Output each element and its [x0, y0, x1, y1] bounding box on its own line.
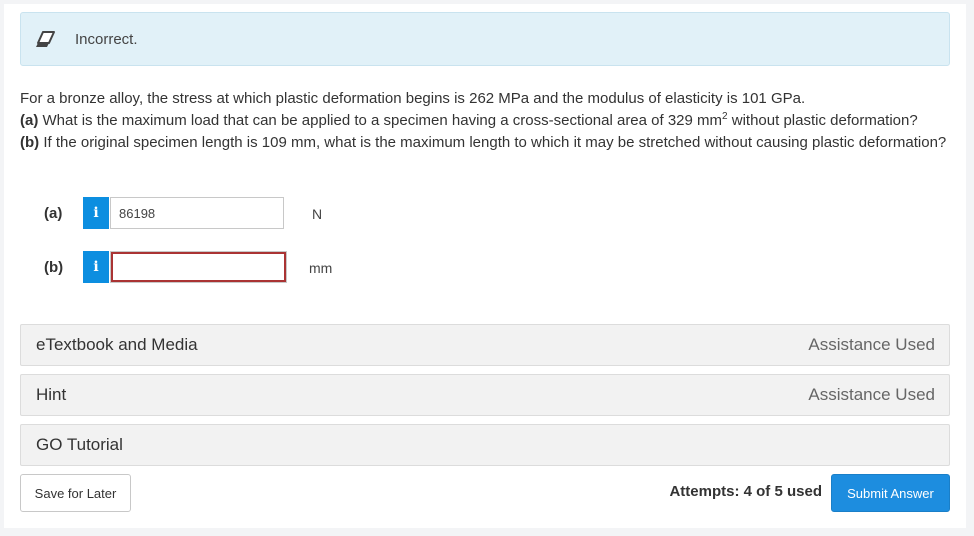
part-a-text: What is the maximum load that can be app… — [38, 112, 723, 129]
question-text: For a bronze alloy, the stress at which … — [20, 88, 960, 154]
answer-a-input[interactable] — [110, 197, 284, 229]
part-b-label: (b) — [20, 134, 40, 151]
panel-status: Assistance Used — [808, 385, 935, 404]
save-for-later-button[interactable]: Save for Later — [20, 474, 131, 512]
go-tutorial-panel[interactable]: GO Tutorial — [20, 424, 950, 466]
panel-title: GO Tutorial — [36, 435, 123, 454]
eraser-icon — [36, 31, 55, 47]
answer-b-unit: mm — [309, 260, 333, 276]
answer-b-label: (b) — [44, 259, 64, 276]
feedback-message: Incorrect. — [75, 31, 138, 48]
panel-title: eTextbook and Media — [36, 335, 198, 354]
submit-answer-button[interactable]: Submit Answer — [831, 474, 950, 512]
info-icon[interactable]: i — [83, 197, 109, 229]
question-card: Incorrect. For a bronze alloy, the stres… — [4, 4, 966, 528]
part-a-text-end: without plastic deformation? — [727, 112, 918, 129]
panel-title: Hint — [36, 385, 67, 404]
question-intro: For a bronze alloy, the stress at which … — [20, 90, 806, 107]
feedback-alert: Incorrect. — [20, 12, 950, 66]
hint-panel[interactable]: Hint Assistance Used — [20, 374, 950, 416]
question-part-b: (b) If the original specimen length is 1… — [20, 132, 960, 154]
part-b-text: If the original specimen length is 109 m… — [39, 134, 947, 151]
question-part-a: (a) What is the maximum load that can be… — [20, 110, 960, 132]
etextbook-media-panel[interactable]: eTextbook and Media Assistance Used — [20, 324, 950, 366]
answer-a-label: (a) — [44, 205, 63, 222]
answer-a-unit: N — [312, 206, 323, 222]
answer-b-input[interactable] — [111, 252, 286, 282]
panel-status: Assistance Used — [808, 335, 935, 354]
attempts-counter: Attempts: 4 of 5 used — [669, 483, 822, 500]
info-icon[interactable]: i — [83, 251, 109, 283]
part-a-label: (a) — [20, 112, 39, 129]
